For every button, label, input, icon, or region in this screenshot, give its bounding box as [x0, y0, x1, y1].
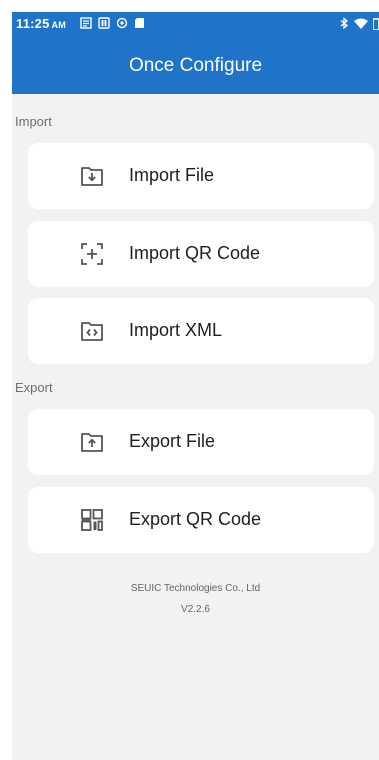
import-file-button[interactable]: Import File [28, 143, 374, 209]
import-xml-button[interactable]: Import XML [28, 298, 374, 364]
status-time: 11:25 AM [16, 16, 66, 31]
folder-import-icon [81, 167, 103, 186]
import-section-label: Import [15, 114, 52, 129]
status-icons-left [80, 17, 145, 29]
storage-icon [98, 17, 110, 29]
sim-icon [80, 17, 92, 29]
export-qr-code-button[interactable]: Export QR Code [28, 487, 374, 553]
qr-code-icon [81, 509, 103, 531]
export-file-button[interactable]: Export File [28, 409, 374, 475]
status-bar: 11:25 AM [12, 12, 379, 38]
folder-export-icon [81, 433, 103, 452]
sdcard-icon [135, 18, 144, 28]
import-file-label: Import File [129, 165, 215, 185]
app-bar: Once Configure [12, 38, 379, 94]
battery-icon [373, 17, 379, 30]
import-qr-code-button[interactable]: Import QR Code [28, 221, 374, 287]
footer-version: V2.2.6 [181, 604, 210, 615]
app-screen: 11:25 AM Once Configure Import Import Fi… [12, 12, 379, 760]
export-qr-code-label: Export QR Code [129, 509, 262, 529]
footer-company: SEUIC Technologies Co., Ltd [130, 583, 261, 594]
export-file-label: Export File [129, 431, 216, 451]
import-qr-code-label: Import QR Code [129, 243, 261, 263]
bluetooth-icon [340, 17, 349, 30]
wifi-icon [354, 18, 368, 29]
status-time-value: 11:25 [16, 16, 50, 31]
import-xml-label: Import XML [129, 320, 223, 340]
app-title: Once Configure [128, 55, 263, 76]
folder-code-icon [81, 322, 103, 341]
sync-icon [116, 17, 128, 29]
status-icons-right [340, 17, 379, 30]
status-time-ampm: AM [51, 20, 66, 30]
export-section-label: Export [15, 380, 53, 395]
scan-add-icon [81, 243, 103, 265]
